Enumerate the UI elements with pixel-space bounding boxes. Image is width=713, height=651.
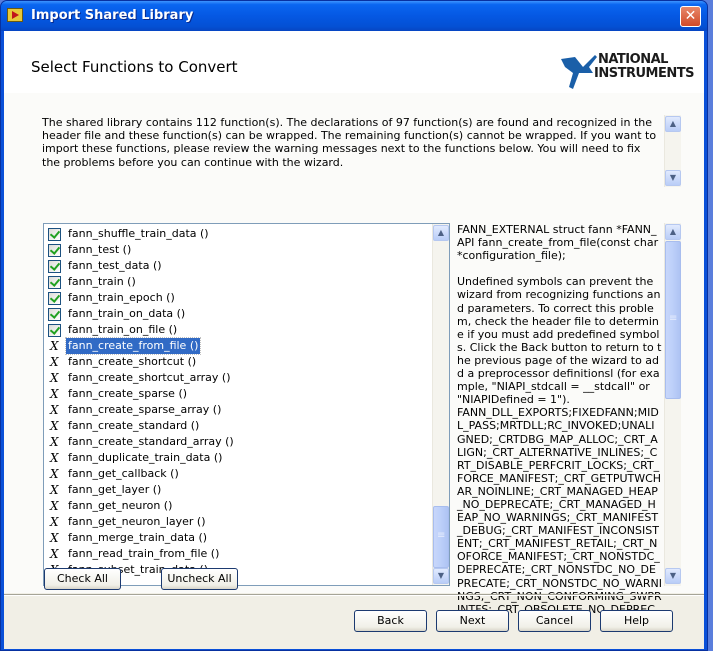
function-name: fann_get_layer ()	[68, 483, 162, 496]
function-list-item[interactable]: Xfann_create_standard ()	[48, 418, 438, 434]
wizard-header: Select Functions to Convert NATIONAL INS…	[4, 31, 704, 93]
scroll-up-button[interactable]: ▲	[665, 116, 681, 132]
close-button[interactable]: ✕	[680, 6, 701, 27]
function-name: fann_get_neuron ()	[68, 499, 173, 512]
function-list-item[interactable]: Xfann_create_sparse ()	[48, 386, 438, 402]
error-x-icon: X	[50, 403, 59, 417]
window-title: Import Shared Library	[31, 8, 194, 23]
check-all-button[interactable]: Check All	[44, 568, 121, 590]
function-name: fann_test ()	[68, 243, 132, 256]
function-list-item[interactable]: Xfann_create_standard_array ()	[48, 434, 438, 450]
logo-wordmark: NATIONAL INSTRUMENTS	[594, 52, 694, 81]
checkbox-checked-icon[interactable]	[48, 308, 61, 321]
function-name: fann_train ()	[68, 275, 136, 288]
function-list-item[interactable]: Xfann_create_shortcut ()	[48, 354, 438, 370]
function-list-item[interactable]: fann_train ()	[48, 274, 438, 290]
function-name: fann_get_neuron_layer ()	[68, 515, 206, 528]
scroll-down-button[interactable]: ▼	[665, 568, 681, 584]
function-name: fann_shuffle_train_data ()	[68, 227, 209, 240]
function-name: fann_create_standard ()	[68, 419, 200, 432]
intro-description: The shared library contains 112 function…	[42, 116, 657, 169]
labview-app-icon	[7, 8, 23, 22]
function-list-item[interactable]: Xfann_get_neuron ()	[48, 498, 438, 514]
checkbox-checked-icon[interactable]	[48, 276, 61, 289]
function-list-item[interactable]: Xfann_get_callback ()	[48, 466, 438, 482]
error-x-icon: X	[50, 531, 59, 545]
function-name: fann_read_train_from_file ()	[68, 547, 220, 560]
function-list-item[interactable]: fann_train_on_data ()	[48, 306, 438, 322]
function-name: fann_merge_train_data ()	[68, 531, 208, 544]
function-name: fann_create_sparse ()	[68, 387, 188, 400]
error-x-icon: X	[50, 467, 59, 481]
function-name: fann_train_on_file ()	[68, 323, 178, 336]
function-name: fann_create_shortcut_array ()	[68, 371, 231, 384]
checkbox-checked-icon[interactable]	[48, 324, 61, 337]
function-list-item[interactable]: fann_train_on_file ()	[48, 322, 438, 338]
title-bar[interactable]: Import Shared Library ✕	[1, 1, 707, 31]
error-x-icon: X	[50, 339, 59, 353]
error-x-icon: X	[50, 499, 59, 513]
detail-scrollbar[interactable]: ▲ ▼	[664, 223, 681, 586]
error-x-icon: X	[50, 451, 59, 465]
function-list-item[interactable]: fann_test_data ()	[48, 258, 438, 274]
scroll-down-button[interactable]: ▼	[665, 170, 681, 186]
function-list-item[interactable]: Xfann_create_sparse_array ()	[48, 402, 438, 418]
function-list-item[interactable]: fann_test ()	[48, 242, 438, 258]
help-button[interactable]: Help	[600, 610, 673, 632]
error-x-icon: X	[50, 435, 59, 449]
function-name: fann_train_on_data ()	[68, 307, 186, 320]
function-name: fann_create_shortcut ()	[68, 355, 197, 368]
function-list-item[interactable]: Xfann_merge_train_data ()	[48, 530, 438, 546]
footer-divider	[4, 594, 704, 596]
function-name: fann_test_data ()	[68, 259, 162, 272]
function-list-item[interactable]: Xfann_get_layer ()	[48, 482, 438, 498]
function-list-item[interactable]: Xfann_create_shortcut_array ()	[48, 370, 438, 386]
function-list-item[interactable]: fann_shuffle_train_data ()	[48, 226, 438, 242]
error-x-icon: X	[50, 483, 59, 497]
checkbox-checked-icon[interactable]	[48, 228, 61, 241]
checkbox-checked-icon[interactable]	[48, 260, 61, 273]
function-list-item[interactable]: Xfann_read_train_from_file ()	[48, 546, 438, 562]
function-list-item[interactable]: Xfann_duplicate_train_data ()	[48, 450, 438, 466]
function-list[interactable]: ▲ ▼ fann_shuffle_train_data ()fann_test …	[43, 223, 450, 586]
cancel-button[interactable]: Cancel	[518, 610, 591, 632]
scroll-up-button[interactable]: ▲	[665, 224, 681, 240]
error-x-icon: X	[50, 515, 59, 529]
next-button[interactable]: Next	[436, 610, 509, 632]
logo-line-2: INSTRUMENTS	[594, 66, 694, 81]
national-instruments-logo: NATIONAL INSTRUMENTS	[559, 53, 704, 93]
function-name: fann_create_from_file ()	[64, 337, 202, 355]
logo-line-1: NATIONAL	[598, 52, 668, 67]
import-shared-library-window: Import Shared Library ✕ Select Functions…	[0, 0, 708, 651]
function-list-item[interactable]: fann_train_epoch ()	[48, 290, 438, 306]
back-button[interactable]: Back	[354, 610, 427, 632]
function-name: fann_get_callback ()	[68, 467, 179, 480]
error-x-icon: X	[50, 371, 59, 385]
error-x-icon: X	[50, 387, 59, 401]
page-title: Select Functions to Convert	[31, 58, 238, 76]
error-x-icon: X	[50, 419, 59, 433]
scroll-thumb[interactable]	[665, 241, 681, 399]
uncheck-all-button[interactable]: Uncheck All	[161, 568, 238, 590]
error-x-icon: X	[50, 355, 59, 369]
function-name: fann_create_sparse_array ()	[68, 403, 222, 416]
function-name: fann_create_standard_array ()	[68, 435, 234, 448]
function-name: fann_duplicate_train_data ()	[68, 451, 223, 464]
function-list-item[interactable]: Xfann_create_from_file ()	[48, 337, 438, 355]
checkbox-checked-icon[interactable]	[48, 244, 61, 257]
function-detail-pane: FANN_EXTERNAL struct fann *FANN_API fann…	[454, 223, 681, 629]
function-name: fann_train_epoch ()	[68, 291, 175, 304]
error-x-icon: X	[50, 547, 59, 561]
function-detail-text: FANN_EXTERNAL struct fann *FANN_API fann…	[457, 223, 662, 629]
checkbox-checked-icon[interactable]	[48, 292, 61, 305]
ni-eagle-icon	[561, 55, 597, 89]
intro-scrollbar[interactable]: ▲ ▼	[664, 115, 681, 187]
function-list-item[interactable]: Xfann_get_neuron_layer ()	[48, 514, 438, 530]
content-area: The shared library contains 112 function…	[4, 93, 704, 629]
dialog-client-area: Select Functions to Convert NATIONAL INS…	[4, 31, 704, 649]
